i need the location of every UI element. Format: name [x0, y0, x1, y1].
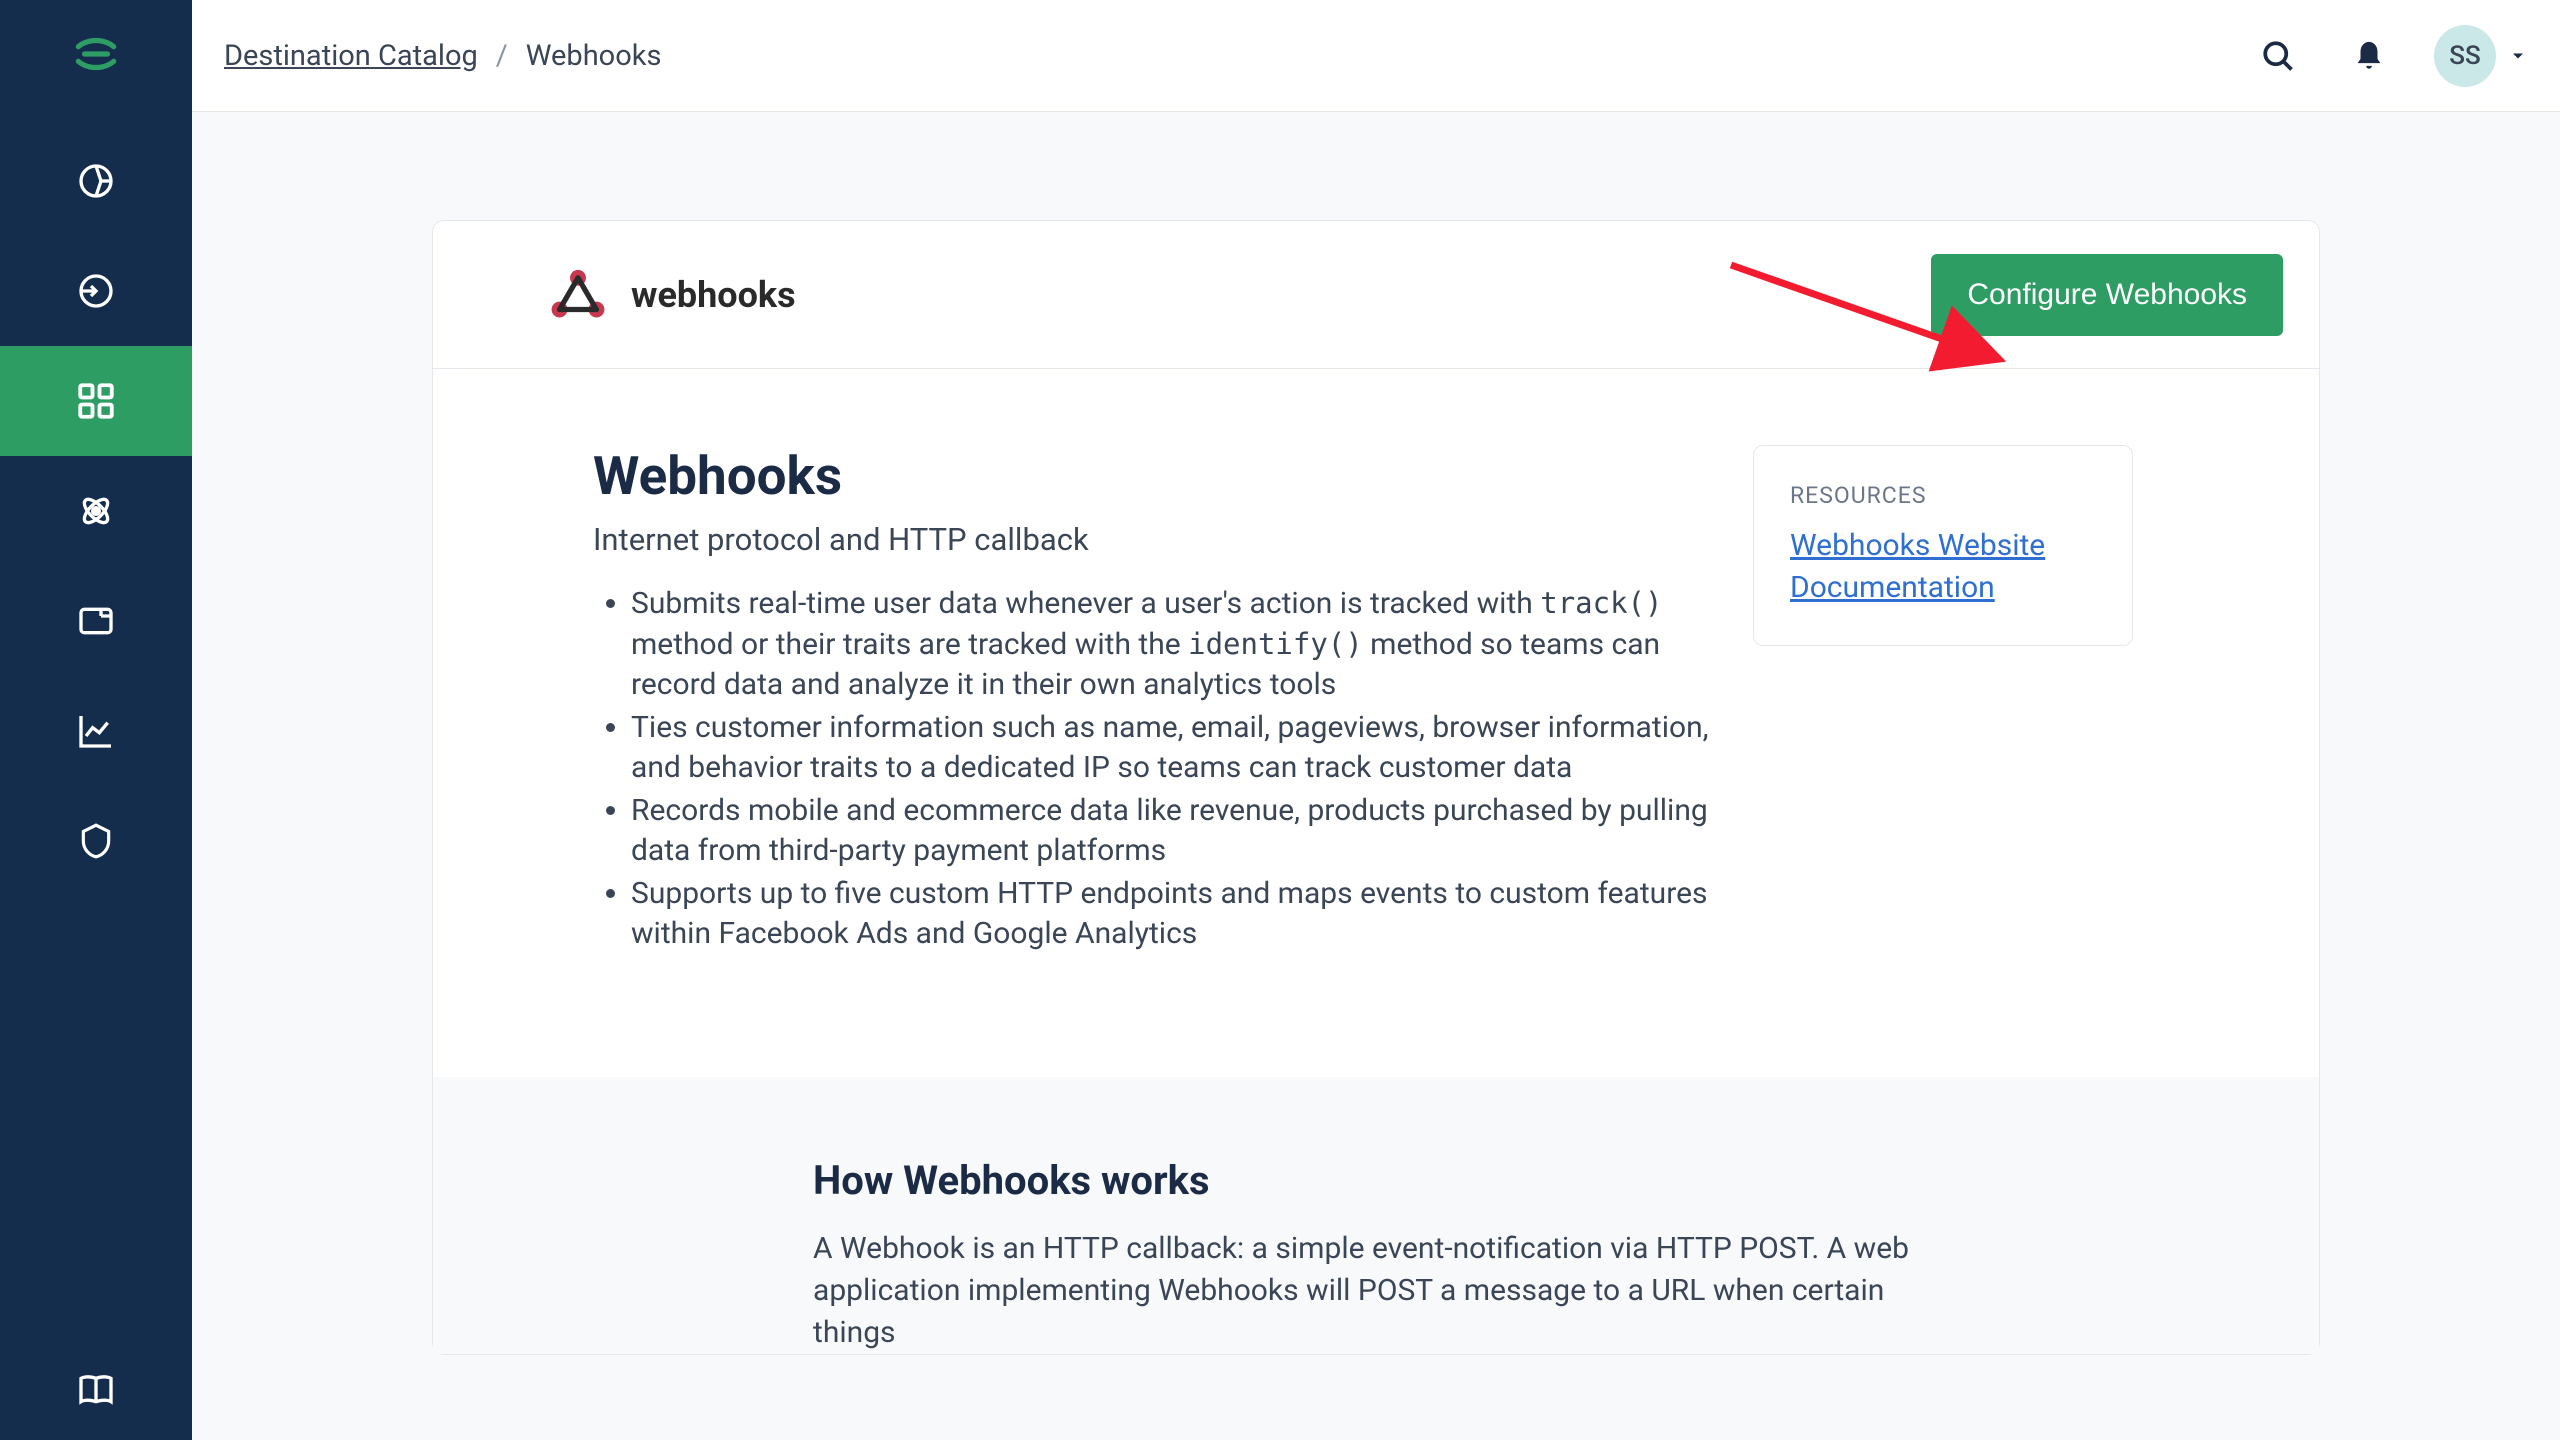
page-title: Webhooks — [593, 445, 1713, 507]
chevron-down-icon — [2508, 46, 2528, 66]
search-button[interactable] — [2252, 30, 2304, 82]
feature-list: Submits real-time user data whenever a u… — [593, 584, 1713, 955]
breadcrumb-link[interactable]: Destination Catalog — [224, 39, 478, 73]
feature-item: Ties customer information such as name, … — [631, 708, 1713, 789]
sidebar-item-protocols[interactable] — [0, 566, 192, 676]
how-it-works-section: How Webhooks works A Webhook is an HTTP … — [433, 1077, 2319, 1354]
how-it-works-paragraph: A Webhook is an HTTP callback: a simple … — [813, 1228, 1933, 1354]
how-it-works-heading: How Webhooks works — [813, 1157, 2319, 1204]
resources-label: RESOURCES — [1790, 482, 2096, 509]
configure-button[interactable]: Configure Webhooks — [1931, 254, 2283, 336]
sidebar-item-docs[interactable] — [0, 1340, 192, 1440]
sidebar-item-personas[interactable] — [0, 456, 192, 566]
webhooks-logo-icon — [545, 262, 611, 328]
avatar: SS — [2434, 25, 2496, 87]
sidebar-item-sources[interactable] — [0, 126, 192, 236]
resources-box: RESOURCES Webhooks Website Documentation — [1753, 445, 2133, 646]
user-menu[interactable]: SS — [2434, 25, 2528, 87]
topbar: Destination Catalog / Webhooks S — [192, 0, 2560, 112]
destination-card: webhooks Configure Webhooks Webhooks Int… — [432, 220, 2320, 1355]
search-icon — [2260, 38, 2296, 74]
product-title: webhooks — [545, 262, 796, 328]
sidebar-item-analytics[interactable] — [0, 676, 192, 786]
sidebar — [0, 0, 192, 1440]
sidebar-item-destinations[interactable] — [0, 236, 192, 346]
feature-item: Supports up to five custom HTTP endpoint… — [631, 874, 1713, 955]
product-name: webhooks — [631, 274, 796, 316]
sidebar-item-catalog[interactable] — [0, 346, 192, 456]
bell-icon — [2352, 39, 2386, 73]
feature-item: Submits real-time user data whenever a u… — [631, 584, 1713, 706]
feature-item: Records mobile and ecommerce data like r… — [631, 791, 1713, 872]
breadcrumb-current: Webhooks — [526, 39, 662, 73]
breadcrumb-separator: / — [496, 39, 508, 73]
resources-link[interactable]: Webhooks Website Documentation — [1790, 525, 2096, 609]
app-logo — [70, 28, 122, 84]
breadcrumb: Destination Catalog / Webhooks — [224, 39, 661, 73]
notifications-button[interactable] — [2344, 31, 2394, 81]
sidebar-item-privacy[interactable] — [0, 786, 192, 896]
page-subtitle: Internet protocol and HTTP callback — [593, 521, 1713, 558]
